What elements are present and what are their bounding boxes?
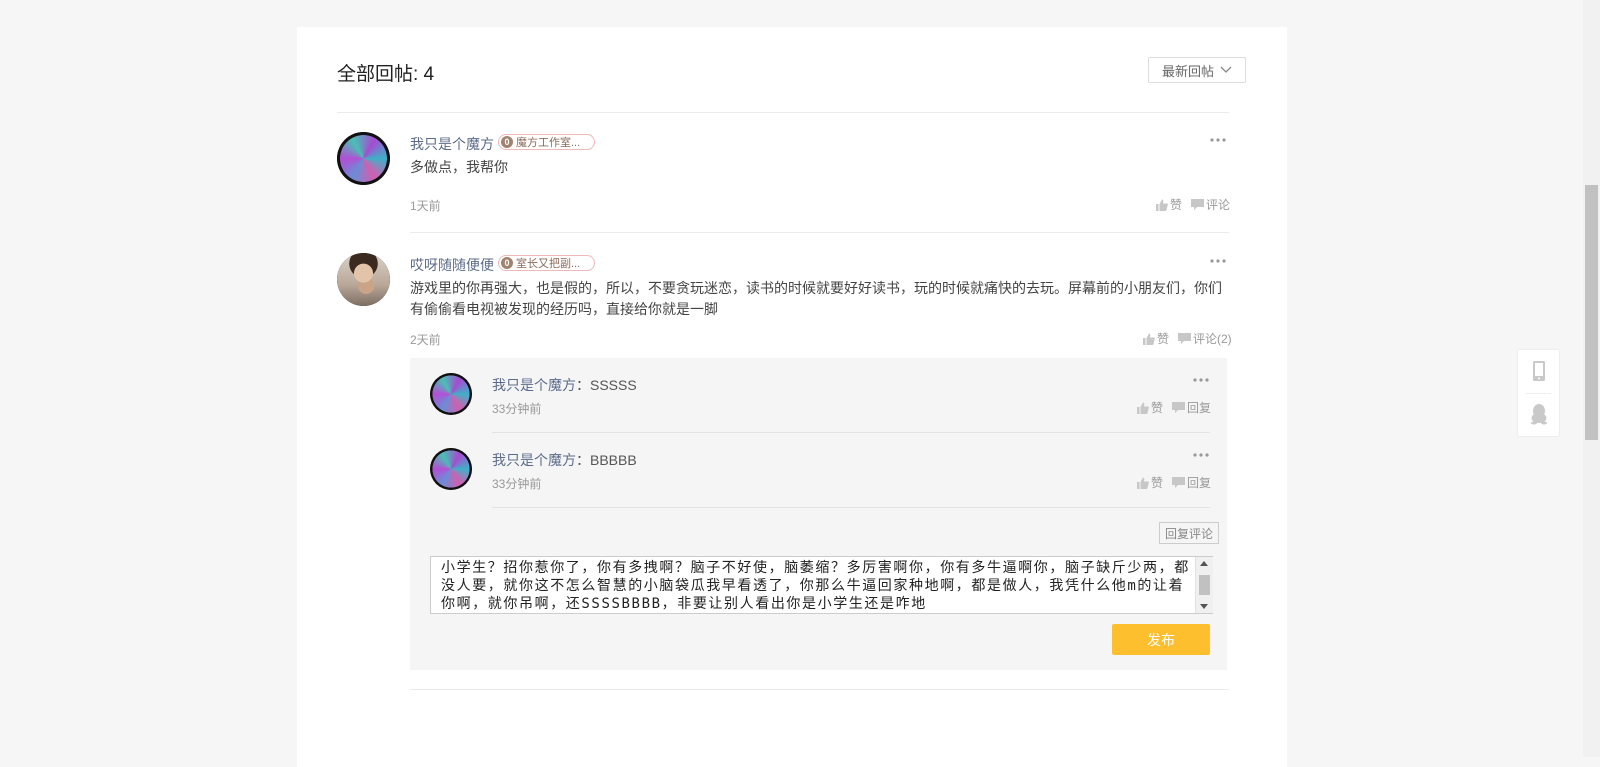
header-divider (337, 112, 1229, 113)
avatar[interactable] (430, 448, 472, 490)
like-button[interactable]: 赞 (1136, 474, 1163, 491)
scrollbar-thumb[interactable] (1199, 575, 1210, 595)
post-time: 2天前 (410, 333, 441, 347)
reply-divider (492, 432, 1210, 433)
sort-dropdown[interactable]: 最新回帖 (1148, 57, 1246, 83)
reply-button[interactable]: 回复 (1172, 474, 1211, 491)
post-content: 游戏里的你再强大，也是假的，所以，不要贪玩迷恋，读书的时候就要好好读书，玩的时候… (410, 280, 1222, 317)
avatar[interactable] (337, 253, 390, 306)
thumbs-up-icon (1143, 333, 1155, 345)
avatar[interactable] (337, 132, 390, 185)
reply-divider (492, 507, 1210, 508)
reply-time: 33分钟前 (492, 402, 542, 416)
more-icon (1210, 138, 1226, 142)
badge-level: 0 (501, 136, 513, 148)
reply-label: 回复 (1187, 401, 1212, 415)
post-divider (410, 689, 1229, 690)
post-divider (410, 232, 1229, 233)
replies-panel: 我只是个魔方：SSSSS 33分钟前 赞 回复 我只是个魔方：BBBBB 33分… (410, 358, 1227, 670)
post-content: 多做点，我帮你 (410, 159, 508, 175)
comment-button[interactable]: 评论(2) (1178, 330, 1232, 347)
more-icon (1193, 378, 1209, 382)
like-button[interactable]: 赞 (1136, 399, 1163, 416)
more-options-button[interactable] (1192, 452, 1210, 462)
badge-text: 魔方工作室... (516, 137, 581, 149)
post-time: 1天前 (410, 199, 441, 213)
comment-label: 评论 (1206, 198, 1231, 212)
thumbs-up-icon (1137, 477, 1149, 489)
page-scrollbar[interactable] (1583, 0, 1600, 757)
like-button[interactable]: 赞 (1155, 196, 1182, 213)
reply-text: ：SSSSS (576, 377, 637, 393)
more-icon (1210, 259, 1226, 263)
more-icon (1193, 453, 1209, 457)
textarea-scrollbar[interactable] (1195, 557, 1213, 613)
reply-comment-button[interactable]: 回复评论 (1159, 522, 1219, 544)
more-options-button[interactable] (1192, 377, 1210, 387)
user-badge[interactable]: 0 魔方工作室... (498, 134, 595, 150)
like-label: 赞 (1170, 198, 1183, 212)
reply-text: ：BBBBB (576, 452, 637, 468)
thumbs-up-icon (1137, 402, 1149, 414)
chevron-down-icon (1220, 63, 1232, 78)
scroll-down-arrow-icon[interactable] (1200, 604, 1208, 609)
sort-label: 最新回帖 (1161, 63, 1214, 79)
post-username[interactable]: 哎呀随随便便 (410, 255, 494, 275)
mobile-icon[interactable] (1530, 360, 1548, 382)
post-username[interactable]: 我只是个魔方 (410, 134, 494, 154)
like-label: 赞 (1151, 476, 1164, 490)
comment-icon (1172, 476, 1185, 488)
more-options-button[interactable] (1209, 137, 1227, 147)
thumbs-up-icon (1156, 199, 1168, 211)
comment-icon (1172, 401, 1185, 413)
rubiks-cube-avatar-image (337, 132, 390, 185)
user-badge[interactable]: 0 室长又把副... (498, 255, 595, 271)
avatar[interactable] (430, 373, 472, 415)
reply-line: 我只是个魔方：BBBBB (492, 450, 637, 470)
comments-card: 全部回帖: 4 最新回帖 我只是个魔方 0 魔方工作室... 多做点，我帮你 1… (297, 27, 1287, 767)
badge-text: 室长又把副... (516, 258, 581, 270)
page-scrollbar-thumb[interactable] (1585, 185, 1598, 440)
comment-label: 评论(2) (1193, 332, 1232, 346)
side-float-toolbar (1517, 349, 1560, 437)
like-label: 赞 (1157, 332, 1170, 346)
reply-line: 我只是个魔方：SSSSS (492, 375, 637, 395)
reply-label: 回复 (1187, 476, 1212, 490)
comments-count-title: 全部回帖: 4 (337, 64, 435, 85)
comment-icon (1178, 332, 1191, 344)
rubiks-cube-avatar-image (430, 448, 472, 490)
like-button[interactable]: 赞 (1142, 330, 1169, 347)
reply-button[interactable]: 回复 (1172, 399, 1211, 416)
reply-username[interactable]: 我只是个魔方 (492, 452, 576, 468)
reply-textarea[interactable] (430, 556, 1213, 614)
scroll-up-arrow-icon[interactable] (1200, 561, 1208, 566)
comment-button[interactable]: 评论 (1191, 196, 1230, 213)
publish-button[interactable]: 发布 (1112, 624, 1210, 655)
rubiks-cube-avatar-image (430, 373, 472, 415)
reply-time: 33分钟前 (492, 477, 542, 491)
side-toolbar-divider (1526, 393, 1551, 394)
badge-level: 0 (501, 257, 513, 269)
comment-icon (1191, 198, 1204, 210)
like-label: 赞 (1151, 401, 1164, 415)
person-avatar-image (337, 253, 390, 306)
more-options-button[interactable] (1209, 258, 1227, 268)
reply-username[interactable]: 我只是个魔方 (492, 377, 576, 393)
qq-penguin-icon[interactable] (1530, 403, 1548, 425)
